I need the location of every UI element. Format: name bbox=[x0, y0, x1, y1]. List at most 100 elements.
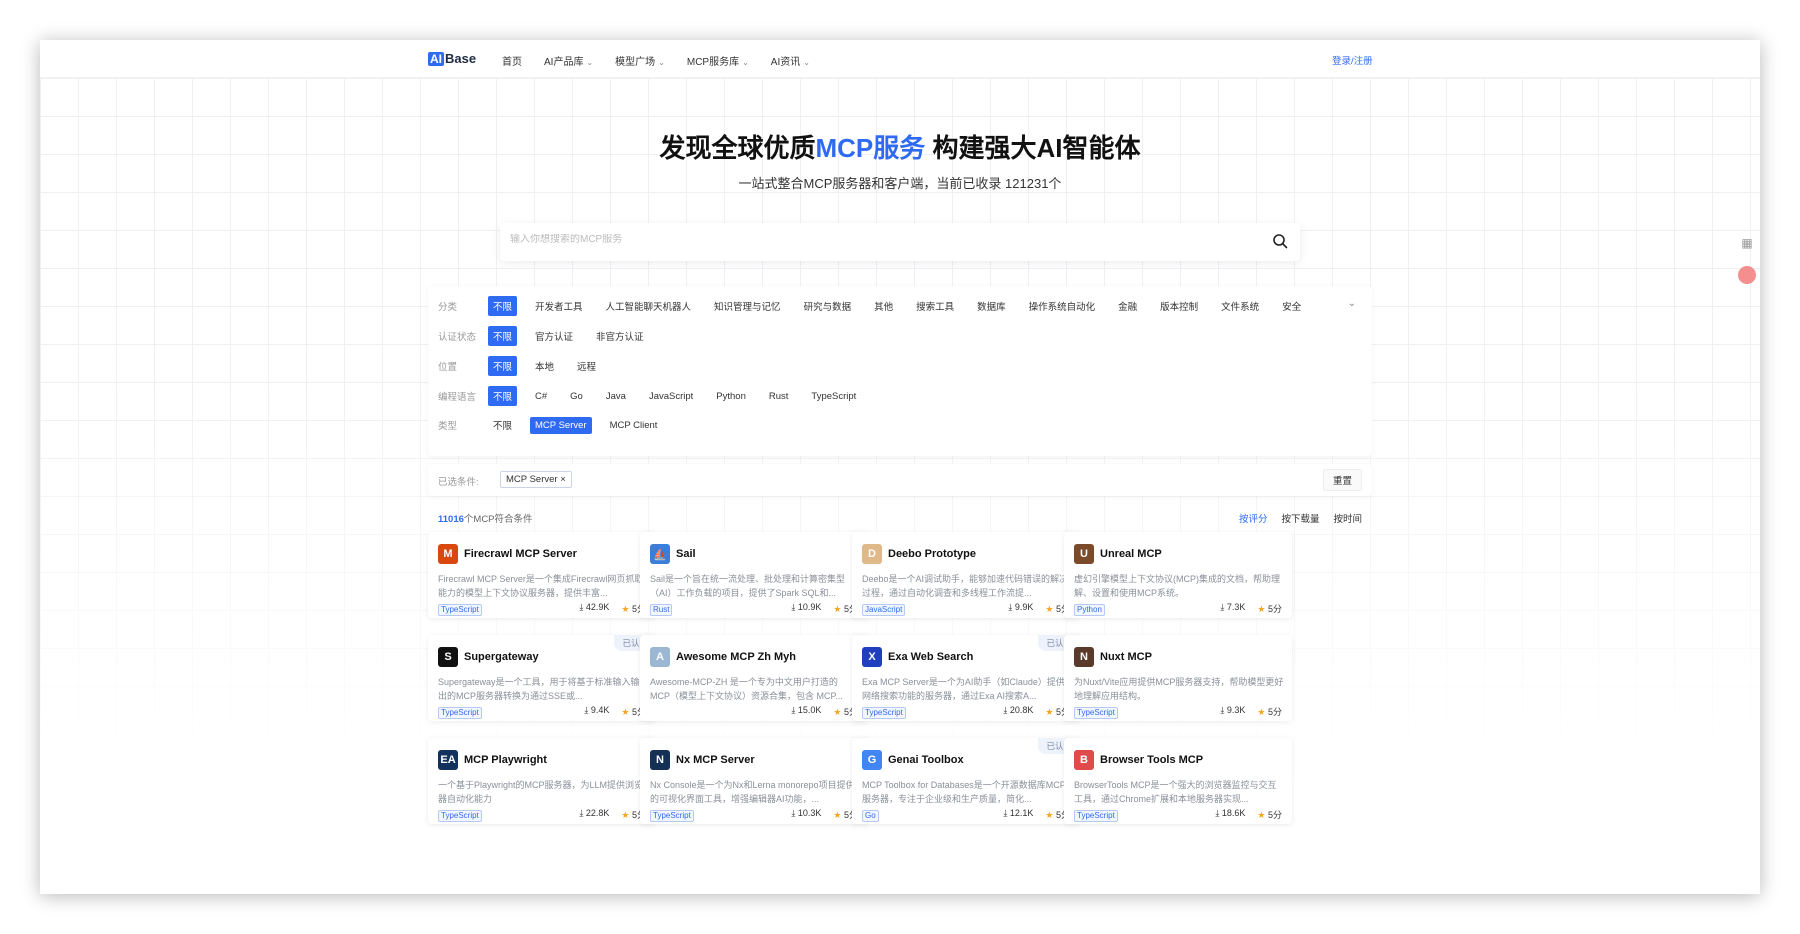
mcp-card[interactable]: X Exa Web Search Exa MCP Server是一个为AI助手（如C… bbox=[852, 635, 1080, 721]
mcp-logo-icon: U bbox=[1074, 544, 1094, 564]
filter-option[interactable]: 不限 bbox=[488, 326, 518, 346]
filter-option[interactable]: 其他 bbox=[869, 296, 898, 316]
nav-item[interactable]: AI产品库 ⌄ bbox=[544, 53, 593, 68]
filter-option[interactable]: MCP Server bbox=[530, 416, 592, 434]
search-icon[interactable] bbox=[1272, 233, 1288, 249]
mcp-card-title[interactable]: Deebo Prototype bbox=[888, 548, 976, 560]
filter-option[interactable]: 数据库 bbox=[972, 296, 1011, 316]
qrcode-icon[interactable]: ▦ bbox=[1739, 236, 1755, 252]
filter-option[interactable]: TypeScript bbox=[806, 388, 861, 405]
download-icon: ⤓ bbox=[791, 705, 796, 715]
star-icon: ★ bbox=[1257, 810, 1266, 820]
filter-option[interactable]: 远程 bbox=[572, 356, 601, 376]
mcp-card[interactable]: U Unreal MCP 虚幻引擎模型上下文协议(MCP)集成的文档，帮助理解、设置… bbox=[1064, 532, 1292, 618]
mcp-card[interactable]: A Awesome MCP Zh Myh Awesome-MCP-ZH 是一个专为中… bbox=[640, 635, 868, 721]
nav-item[interactable]: AI资讯 ⌄ bbox=[771, 53, 810, 68]
filter-option[interactable]: 操作系统自动化 bbox=[1024, 296, 1101, 316]
filter-label: 编程语言 bbox=[438, 392, 477, 403]
filter-option[interactable]: Python bbox=[711, 388, 751, 405]
mcp-logo-icon: A bbox=[650, 647, 670, 667]
filter-option[interactable]: 官方认证 bbox=[530, 326, 578, 346]
login-register-link[interactable]: 登录/注册 bbox=[1332, 53, 1373, 67]
mcp-card-description: 为Nuxt/Vite应用提供MCP服务器支持，帮助模型更好地理解应用结构。 bbox=[1074, 677, 1284, 701]
filter-option[interactable]: 开发者工具 bbox=[530, 296, 588, 316]
chevron-down-icon: ⌄ bbox=[803, 58, 810, 67]
mcp-card[interactable]: ⛵ Sail Sail是一个旨在统一流处理、批处理和计算密集型（AI）工作负载的项目… bbox=[640, 532, 868, 618]
filter-option[interactable]: Go bbox=[565, 388, 588, 405]
nav-item[interactable]: 模型广场 ⌄ bbox=[615, 53, 665, 68]
mcp-card-stats: ⤓ 7.3K ★ 5分 bbox=[1220, 602, 1282, 615]
filter-panel: ⌄ 分类 不限 开发者工具 人工智能聊天机器人 知识管理与记忆 研究与数据 其他 搜索工具 数据… bbox=[428, 286, 1372, 456]
filter-option[interactable]: 不限 bbox=[488, 415, 517, 435]
download-icon: ⤓ bbox=[791, 808, 796, 818]
filter-option[interactable]: 不限 bbox=[488, 296, 518, 316]
nav-item[interactable]: MCP服务库 ⌄ bbox=[687, 53, 749, 68]
filter-option[interactable]: 不限 bbox=[488, 356, 518, 376]
logo-base: Base bbox=[445, 51, 477, 66]
sort-option[interactable]: 按评分 bbox=[1239, 511, 1268, 525]
mcp-card[interactable]: G Genai Toolbox MCP Toolbox for Databases是… bbox=[852, 738, 1080, 824]
filter-option[interactable]: MCP Client bbox=[605, 417, 663, 434]
translate-icon[interactable] bbox=[1738, 266, 1756, 284]
mcp-card-title[interactable]: MCP Playwright bbox=[464, 754, 547, 766]
mcp-logo-icon: G bbox=[862, 750, 882, 770]
reset-button[interactable]: 重置 bbox=[1322, 469, 1362, 491]
filter-option[interactable]: 知识管理与记忆 bbox=[709, 296, 786, 316]
mcp-card-title[interactable]: Supergateway bbox=[464, 651, 539, 663]
filter-option[interactable]: 版本控制 bbox=[1155, 296, 1203, 316]
close-icon[interactable]: × bbox=[560, 474, 566, 485]
mcp-card-title[interactable]: Browser Tools MCP bbox=[1100, 754, 1203, 766]
star-icon: ★ bbox=[621, 707, 630, 717]
mcp-card-title[interactable]: Exa Web Search bbox=[888, 651, 973, 663]
side-tools: ▦ bbox=[1734, 236, 1760, 284]
mcp-card-stats: ⤓ 10.9K ★ 5分 bbox=[791, 602, 858, 615]
filter-option[interactable]: 不限 bbox=[488, 386, 518, 406]
mcp-card-stats: ⤓ 9.4K ★ 5分 bbox=[584, 705, 646, 718]
chevron-down-icon: ⌄ bbox=[658, 58, 665, 67]
filter-option[interactable]: 本地 bbox=[530, 356, 559, 376]
mcp-card[interactable]: D Deebo Prototype Deebo是一个AI调试助手，能够加速代码错误的… bbox=[852, 532, 1080, 618]
filter-option[interactable]: 金融 bbox=[1113, 296, 1142, 316]
filter-option[interactable]: 研究与数据 bbox=[799, 296, 857, 316]
mcp-card[interactable]: EA MCP Playwright 一个基于Playwright的MCP服务器，为L… bbox=[428, 738, 656, 824]
filter-option[interactable]: Rust bbox=[764, 388, 794, 405]
filter-option[interactable]: 非官方认证 bbox=[591, 326, 649, 346]
star-icon: ★ bbox=[621, 604, 630, 614]
mcp-card[interactable]: N Nuxt MCP 为Nuxt/Vite应用提供MCP服务器支持，帮助模型更好地理… bbox=[1064, 635, 1292, 721]
download-count: 12.1K bbox=[1009, 808, 1034, 818]
mcp-logo-icon: M bbox=[438, 544, 458, 564]
star-icon: ★ bbox=[1257, 707, 1266, 717]
nav-item-label: 模型广场 bbox=[615, 57, 656, 68]
filter-option[interactable]: 文件系统 bbox=[1216, 296, 1264, 316]
download-icon: ⤓ bbox=[1008, 602, 1013, 612]
mcp-card[interactable]: N Nx MCP Server Nx Console是一个为Nx和Lerna mon… bbox=[640, 738, 868, 824]
download-stat: ⤓ 9.4K bbox=[584, 705, 609, 718]
nav-item[interactable]: 首页 bbox=[502, 53, 522, 68]
mcp-card-title[interactable]: Awesome MCP Zh Myh bbox=[676, 651, 796, 663]
mcp-logo-icon: B bbox=[1074, 750, 1094, 770]
mcp-card-title[interactable]: Nuxt MCP bbox=[1100, 651, 1152, 663]
mcp-card-title[interactable]: Firecrawl MCP Server bbox=[464, 548, 577, 560]
filter-option[interactable]: 人工智能聊天机器人 bbox=[601, 296, 697, 316]
mcp-card-title[interactable]: Unreal MCP bbox=[1100, 548, 1162, 560]
filter-label: 分类 bbox=[438, 302, 458, 313]
selected-chip[interactable]: MCP Server × bbox=[500, 471, 572, 488]
mcp-card-title[interactable]: Genai Toolbox bbox=[888, 754, 964, 766]
filter-option[interactable]: 安全 bbox=[1277, 296, 1306, 316]
filter-option[interactable]: Java bbox=[601, 388, 631, 405]
mcp-card-title[interactable]: Sail bbox=[676, 548, 696, 560]
filter-option[interactable]: JavaScript bbox=[644, 388, 698, 405]
filter-option[interactable]: C# bbox=[530, 388, 552, 405]
sort-option[interactable]: 按时间 bbox=[1333, 511, 1362, 525]
expand-chevron-icon[interactable]: ⌄ bbox=[1348, 298, 1356, 309]
search-input[interactable] bbox=[510, 234, 1210, 245]
mcp-card[interactable]: B Browser Tools MCP BrowserTools MCP是一个强大的… bbox=[1064, 738, 1292, 824]
mcp-card-title[interactable]: Nx MCP Server bbox=[676, 754, 755, 766]
logo[interactable]: AI Base bbox=[428, 51, 476, 66]
chevron-down-icon: ⌄ bbox=[586, 58, 594, 67]
mcp-card-description: Nx Console是一个为Nx和Lerna monorepo项目提供的可视化界… bbox=[650, 780, 855, 804]
sort-option[interactable]: 按下载量 bbox=[1281, 511, 1319, 525]
mcp-card[interactable]: S Supergateway Supergateway是一个工具，用于将基于标准输入… bbox=[428, 635, 656, 721]
filter-option[interactable]: 搜索工具 bbox=[911, 296, 959, 316]
mcp-card[interactable]: M Firecrawl MCP Server Firecrawl MCP Serve… bbox=[428, 532, 656, 618]
